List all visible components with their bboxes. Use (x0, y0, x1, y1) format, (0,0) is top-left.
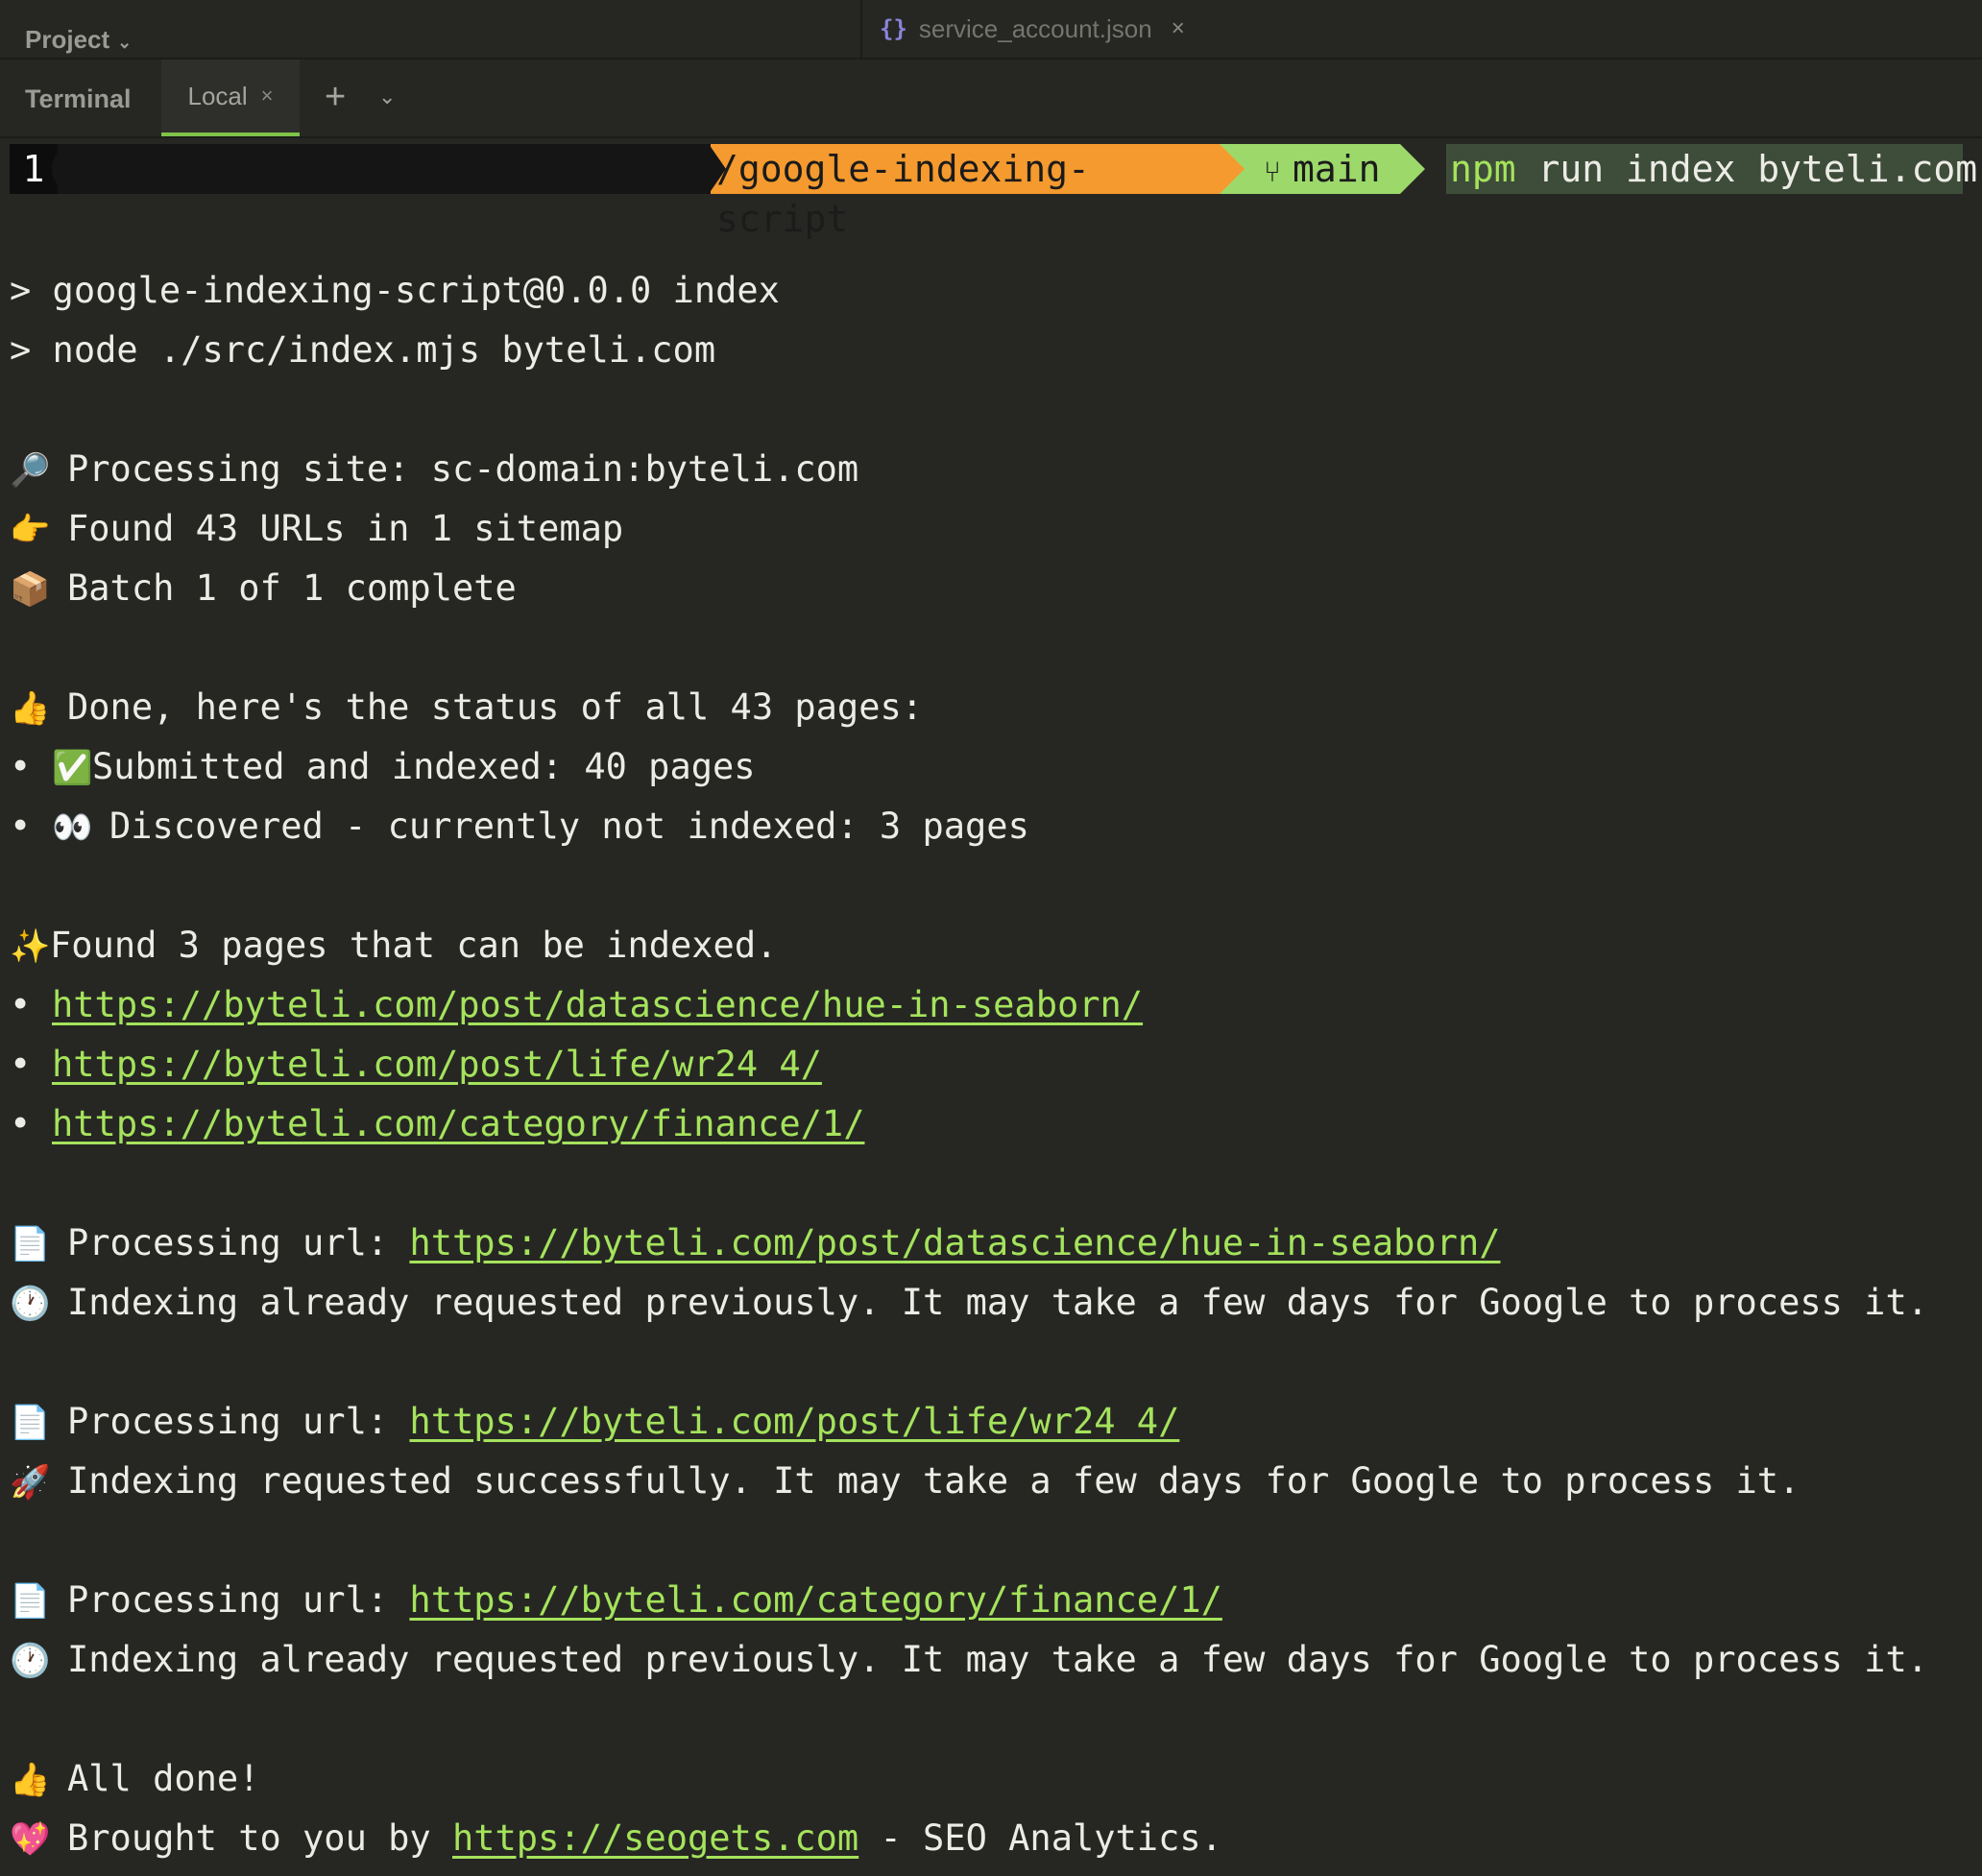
pointing-hand-icon: 👉 (10, 511, 51, 549)
output-line: 🕐 Indexing already requested previously. … (10, 1273, 1928, 1333)
output-line: > google-indexing-script@0.0.0 index (10, 270, 780, 311)
rocket-icon: 🚀 (10, 1463, 51, 1502)
output-line: 💖 Brought to you by https://seogets.com -… (10, 1809, 1222, 1868)
check-icon: ✅ (52, 749, 93, 787)
url-link[interactable]: https://byteli.com/post/life/wr24_4/ (409, 1401, 1179, 1442)
terminal-output[interactable]: > google-indexing-script@0.0.0 index > n… (10, 0, 1969, 1859)
sparkles-icon: ✨ (10, 927, 51, 966)
output-line: 👉 Found 43 URLs in 1 sitemap (10, 499, 623, 559)
eyes-icon: 👀 (52, 808, 93, 847)
clock-icon: 🕐 (10, 1285, 51, 1323)
output-line: • 👀 Discovered - currently not indexed: 3 … (10, 797, 1029, 856)
clock-icon: 🕐 (10, 1642, 51, 1680)
output-line: 📄 Processing url: https://byteli.com/cate… (10, 1571, 1222, 1630)
package-icon: 📦 (10, 570, 51, 609)
output-line: 📄 Processing url: https://byteli.com/post… (10, 1392, 1179, 1452)
heart-icon: 💖 (10, 1820, 51, 1859)
output-line: 🕐 Indexing already requested previously. … (10, 1630, 1928, 1690)
page-icon: 📄 (10, 1404, 51, 1442)
url-link[interactable]: https://byteli.com/category/finance/1/ (409, 1579, 1221, 1621)
output-line: 🔎 Processing site: sc-domain:byteli.com (10, 440, 858, 499)
output-line: 📦 Batch 1 of 1 complete (10, 559, 517, 618)
output-line: 👍 All done! (10, 1749, 259, 1809)
output-line: 👍 Done, here's the status of all 43 pages… (10, 678, 923, 737)
seogets-link[interactable]: https://seogets.com (452, 1817, 858, 1859)
magnifier-icon: 🔎 (10, 451, 51, 490)
output-line: ✨Found 3 pages that can be indexed. (10, 916, 777, 975)
output-line: 📄 Processing url: https://byteli.com/post… (10, 1214, 1501, 1273)
url-link[interactable]: https://byteli.com/post/datascience/hue-… (409, 1222, 1500, 1263)
url-link[interactable]: https://byteli.com/post/life/wr24_4/ (52, 1044, 822, 1085)
output-line: 🚀 Indexing requested successfully. It may… (10, 1452, 1800, 1511)
url-link[interactable]: https://byteli.com/post/datascience/hue-… (52, 984, 1143, 1025)
thumbs-up-icon: 👍 (10, 1761, 51, 1799)
output-line: • https://byteli.com/category/finance/1/ (10, 1103, 865, 1144)
page-icon: 📄 (10, 1225, 51, 1263)
output-line: • https://byteli.com/post/datascience/hue… (10, 984, 1144, 1025)
output-line: • ✅Submitted and indexed: 40 pages (10, 737, 756, 797)
url-link[interactable]: https://byteli.com/category/finance/1/ (52, 1103, 864, 1144)
page-icon: 📄 (10, 1582, 51, 1621)
thumbs-up-icon: 👍 (10, 689, 51, 728)
output-line: > node ./src/index.mjs byteli.com (10, 329, 716, 371)
output-line: • https://byteli.com/post/life/wr24_4/ (10, 1044, 822, 1085)
